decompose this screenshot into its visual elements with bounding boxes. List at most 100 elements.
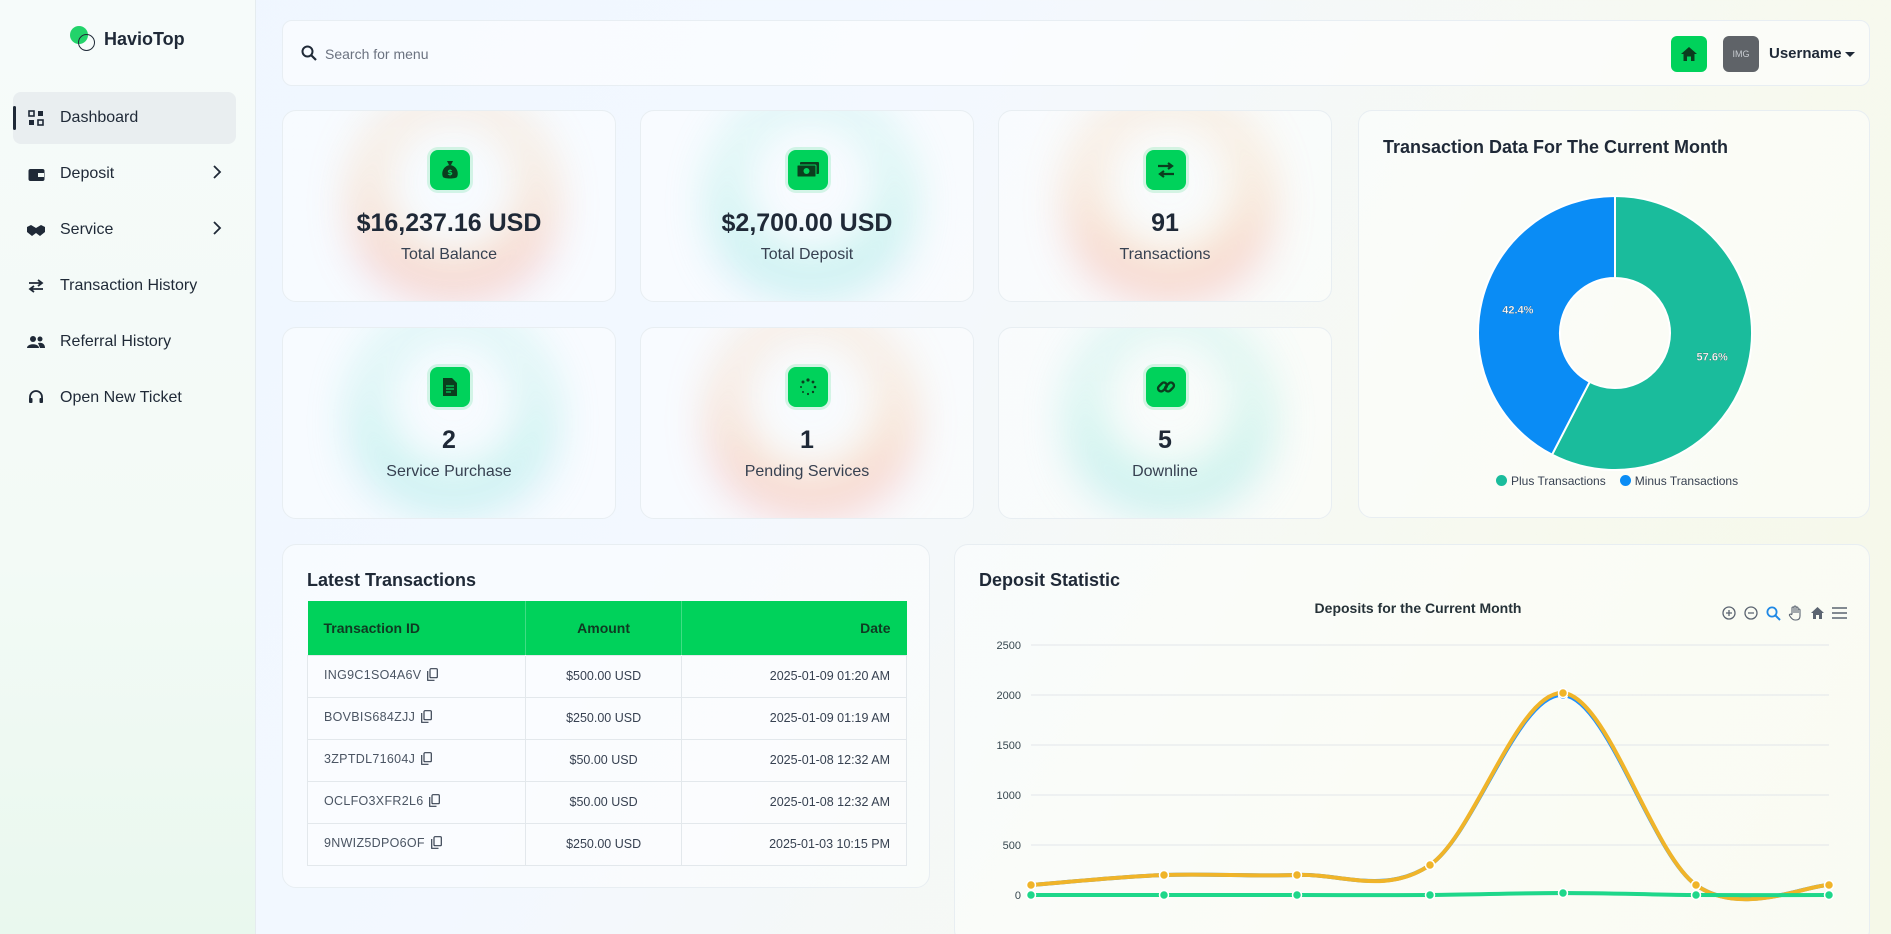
data-point[interactable] xyxy=(1690,889,1702,901)
table-row: 9NWIZ5DPO6OF $250.00 USD 2025-01-03 10:15 … xyxy=(307,822,907,866)
data-point[interactable] xyxy=(1424,859,1436,871)
copy-icon[interactable] xyxy=(421,710,433,726)
sidebar-item-label: Deposit xyxy=(60,165,115,182)
exchange-icon xyxy=(1146,150,1186,190)
y-tick-label: 1000 xyxy=(997,790,1021,802)
handshake-icon xyxy=(27,221,45,239)
sidebar-item-dashboard[interactable]: Dashboard xyxy=(13,92,236,144)
data-point[interactable] xyxy=(1823,889,1835,901)
x-tick-label: 03 Jan xyxy=(1147,908,1180,909)
table-row: 3ZPTDL71604J $50.00 USD 2025-01-08 12:32 A… xyxy=(307,738,907,782)
data-point[interactable] xyxy=(1823,879,1835,891)
money-bag-icon: $ xyxy=(430,150,470,190)
spinner-icon xyxy=(788,367,828,407)
sidebar-item-open-new-ticket[interactable]: Open New Ticket xyxy=(13,372,236,424)
copy-icon[interactable] xyxy=(427,668,439,684)
stat-label: Transactions xyxy=(1119,246,1211,263)
x-tick-label: 03 Jan xyxy=(1280,908,1313,909)
copy-icon[interactable] xyxy=(430,836,442,852)
deposit-line-chart: Deposits for the Current Month 0 500 1000 15… xyxy=(997,600,1846,909)
sidebar: HavioTop Dashboard Deposit Service Trans… xyxy=(0,0,256,934)
amount-cell: $250.00 USD xyxy=(524,822,683,866)
search-icon xyxy=(301,45,317,66)
x-tick-label: 03 Jan xyxy=(1546,908,1579,909)
stat-value: 1 xyxy=(800,426,814,454)
stat-card-pending-services: 1 Pending Services xyxy=(640,327,974,519)
stat-value: 91 xyxy=(1151,209,1179,237)
y-tick-label: 2000 xyxy=(997,690,1021,702)
stat-card-downline: 5 Downline xyxy=(998,327,1332,519)
sidebar-item-service[interactable]: Service xyxy=(13,204,236,256)
sidebar-item-label: Referral History xyxy=(60,333,172,350)
transaction-donut-card: Transaction Data For The Current Month 5… xyxy=(1358,110,1870,518)
x-tick-label: 03 Jan xyxy=(1812,908,1845,909)
date-cell: 2025-01-09 01:20 AM xyxy=(681,654,907,698)
transactions-title: Latest Transactions xyxy=(307,570,477,590)
sidebar-item-label: Dashboard xyxy=(60,109,139,126)
data-point[interactable] xyxy=(1557,687,1569,699)
sidebar-nav: Dashboard Deposit Service Transaction Hi… xyxy=(13,92,236,428)
logo-icon xyxy=(70,26,96,52)
sidebar-item-deposit[interactable]: Deposit xyxy=(13,148,236,200)
data-point[interactable] xyxy=(1158,889,1170,901)
home-button[interactable] xyxy=(1671,36,1707,72)
link-icon xyxy=(1146,367,1186,407)
stat-label: Total Deposit xyxy=(760,246,854,263)
data-point[interactable] xyxy=(1291,869,1303,881)
stat-label: Downline xyxy=(1132,463,1198,480)
deposit-statistic-title: Deposit Statistic xyxy=(979,570,1121,590)
transaction-id: 3ZPTDL71604J xyxy=(324,752,416,766)
amount-cell: $50.00 USD xyxy=(524,738,683,782)
caret-down-icon[interactable] xyxy=(1845,52,1855,57)
date-cell: 2025-01-09 01:19 AM xyxy=(681,696,907,740)
avatar[interactable]: IMG xyxy=(1723,36,1759,72)
transaction-id: ING9C1SO4A6V xyxy=(324,668,422,682)
chevron-right-icon xyxy=(212,221,222,240)
stat-value: $2,700.00 USD xyxy=(721,209,893,237)
data-point[interactable] xyxy=(1025,879,1037,891)
wallet-icon xyxy=(27,165,45,183)
data-point[interactable] xyxy=(1424,889,1436,901)
username-menu[interactable]: Username xyxy=(1769,45,1842,62)
y-tick-label: 2500 xyxy=(997,640,1021,652)
data-point[interactable] xyxy=(1025,889,1037,901)
data-point[interactable] xyxy=(1291,889,1303,901)
stat-value: $16,237.16 USD xyxy=(356,209,542,237)
data-point[interactable] xyxy=(1557,887,1569,899)
sidebar-item-transaction-history[interactable]: Transaction History xyxy=(13,260,236,312)
copy-icon[interactable] xyxy=(429,794,441,810)
column-header-amount: Amount xyxy=(525,601,683,655)
amount-cell: $50.00 USD xyxy=(524,780,683,824)
amount-cell: $250.00 USD xyxy=(524,696,683,740)
svg-text:$: $ xyxy=(447,168,453,177)
legend-item-plus[interactable]: Plus Transactions xyxy=(1496,474,1606,488)
donut-slice-label: 42.4% xyxy=(1502,304,1533,316)
stat-card-total-balance: $ $16,237.16 USD Total Balance xyxy=(282,110,616,302)
search-input[interactable] xyxy=(325,40,725,68)
dashboard-icon xyxy=(27,109,45,127)
stat-label: Service Purchase xyxy=(386,463,512,480)
legend-item-minus[interactable]: Minus Transactions xyxy=(1619,474,1738,488)
table-header-row: Transaction ID Amount Date xyxy=(307,601,907,655)
x-tick-label: 03 Jan xyxy=(1014,908,1047,909)
data-point[interactable] xyxy=(1690,879,1702,891)
transaction-id: BOVBIS684ZJJ xyxy=(324,710,416,724)
transactions-table: Transaction ID Amount Date ING9C1SO4A6V $… xyxy=(307,601,907,866)
table-row: OCLFO3XFR2L6 $50.00 USD 2025-01-08 12:32 A… xyxy=(307,780,907,824)
x-tick-label: 03 Jan xyxy=(1413,908,1446,909)
date-cell: 2025-01-08 12:32 AM xyxy=(681,780,907,824)
copy-icon[interactable] xyxy=(421,752,433,768)
stat-card-service-purchase: 2 Service Purchase xyxy=(282,327,616,519)
brand-name: HavioTop xyxy=(104,28,185,49)
data-point[interactable] xyxy=(1158,869,1170,881)
column-header-id: Transaction ID xyxy=(307,601,526,655)
transaction-id-cell: ING9C1SO4A6V xyxy=(307,654,526,698)
sidebar-item-referral-history[interactable]: Referral History xyxy=(13,316,236,368)
donut-chart: 57.6% 42.4% xyxy=(1477,194,1753,471)
stat-label: Pending Services xyxy=(744,463,870,480)
deposit-statistic-card: Deposit Statistic Deposits for the Curre… xyxy=(954,544,1870,934)
stat-card-total-deposit: $2,700.00 USD Total Deposit xyxy=(640,110,974,302)
y-tick-label: 1500 xyxy=(997,740,1021,752)
column-header-date: Date xyxy=(860,619,891,636)
brand-logo[interactable]: HavioTop xyxy=(70,26,185,52)
